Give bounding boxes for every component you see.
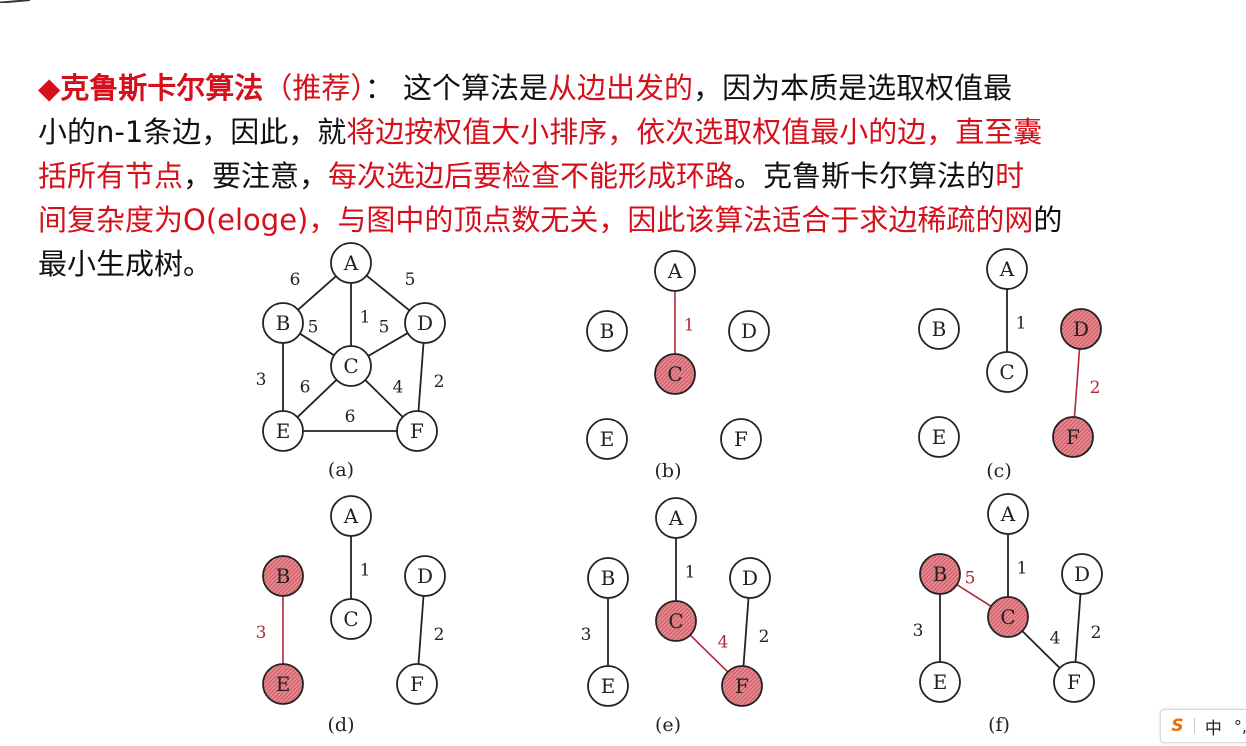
node-label: D bbox=[741, 319, 757, 343]
node-label: A bbox=[667, 259, 683, 283]
ime-mode-toggle[interactable]: 中 bbox=[1205, 714, 1222, 739]
edge-weight-label: 5 bbox=[379, 318, 390, 338]
graph-edge-DF bbox=[417, 595, 425, 665]
diagram-panel: 6 515 53 26 46ABCDE F(a) bbox=[256, 242, 446, 481]
node-label: D bbox=[742, 566, 758, 590]
kruskal-diagrams: 6 515 53 26 46ABCDE F(a)1ABCDE F(b)12ABCDE F(c)… bbox=[256, 242, 1103, 736]
edge-weight-label: 1 bbox=[684, 316, 695, 336]
node-label: F bbox=[410, 419, 424, 443]
node-label: E bbox=[601, 674, 616, 698]
node-label: B bbox=[276, 564, 291, 588]
edge-weight-label: 6 bbox=[290, 270, 301, 290]
node-label: E bbox=[276, 672, 291, 696]
node-label: C bbox=[999, 360, 1014, 384]
edge-weight-label: 3 bbox=[581, 625, 592, 645]
node-label: E bbox=[276, 419, 291, 443]
edge-weight-label: 5 bbox=[405, 270, 416, 290]
diagram-panel: 1 2 A B C D E F (c) bbox=[918, 248, 1102, 482]
edge-weight-label: 2 bbox=[434, 372, 445, 392]
edge-weight-label: 2 bbox=[1090, 378, 1101, 398]
node-label: C bbox=[668, 609, 683, 633]
diagram-panel: 1 2 3 4 5 A B C D E F (f) bbox=[913, 493, 1103, 736]
node-label: D bbox=[417, 311, 433, 335]
node-label: A bbox=[1000, 502, 1016, 526]
node-label: A bbox=[999, 257, 1015, 281]
edge-weight-label: 3 bbox=[913, 621, 924, 641]
edge-weight-label: 1 bbox=[1016, 314, 1027, 334]
edge-weight-label: 1 bbox=[360, 561, 371, 581]
node-label: C bbox=[343, 607, 358, 631]
node-label: B bbox=[276, 311, 291, 335]
node-label: A bbox=[668, 506, 684, 530]
panel-caption: (c) bbox=[986, 460, 1011, 482]
edge-weight-label: 3 bbox=[256, 623, 267, 643]
node-label: B bbox=[933, 562, 948, 586]
edge-weight-label: 2 bbox=[1091, 623, 1102, 643]
edge-weight-label: 1 bbox=[685, 563, 696, 583]
node-label: A bbox=[343, 504, 359, 528]
node-label: C bbox=[343, 354, 358, 378]
diagram-panel: 1 2 3 A B C D E F (d) bbox=[256, 495, 446, 736]
ime-punctuation-toggle[interactable]: °, bbox=[1234, 717, 1246, 736]
node-label: E bbox=[933, 670, 948, 694]
node-label: C bbox=[1000, 605, 1015, 629]
node-label: D bbox=[1074, 562, 1090, 586]
node-label: F bbox=[1066, 425, 1080, 449]
edge-weight-label: 5 bbox=[965, 569, 976, 589]
edge-weight-label: 5 bbox=[308, 318, 319, 338]
panel-caption: (f) bbox=[988, 714, 1010, 736]
edge-weight-label: 1 bbox=[1017, 559, 1028, 579]
node-label: D bbox=[1073, 317, 1089, 341]
node-label: D bbox=[417, 564, 433, 588]
graph-edge-AB bbox=[297, 275, 337, 311]
sogou-logo-icon[interactable]: S bbox=[1170, 717, 1185, 735]
edge-weight-label: 2 bbox=[434, 625, 445, 645]
graph-edge-DF bbox=[1074, 593, 1082, 663]
diagram-panel: 1 A B C D E F (b) bbox=[586, 250, 770, 482]
edge-weight-label: 2 bbox=[759, 627, 770, 647]
edge-weight-label: 1 bbox=[360, 308, 371, 328]
edge-weight-label: 4 bbox=[1050, 629, 1061, 649]
ime-separator bbox=[1194, 718, 1195, 734]
node-label: B bbox=[932, 317, 947, 341]
graph-edge-DF bbox=[417, 342, 425, 412]
node-label: F bbox=[734, 427, 748, 451]
edge-weight-label: 6 bbox=[345, 407, 356, 427]
edge-weight-label: 4 bbox=[393, 378, 404, 398]
panel-caption: (b) bbox=[655, 460, 682, 482]
ime-toolbar[interactable]: S 中 °, bbox=[1160, 709, 1246, 743]
node-label: E bbox=[932, 425, 947, 449]
graph-edge-DF bbox=[1073, 348, 1081, 418]
edge-weight-label: 3 bbox=[256, 370, 267, 390]
diagram-panel: 1 2 3 4 A B C D E F (e) bbox=[581, 497, 771, 736]
panel-caption: (d) bbox=[328, 714, 355, 736]
panel-caption: (e) bbox=[655, 714, 681, 736]
node-label: F bbox=[410, 672, 424, 696]
node-label: A bbox=[343, 251, 359, 275]
panel-caption: (a) bbox=[328, 459, 354, 481]
node-label: F bbox=[1067, 670, 1081, 694]
node-label: C bbox=[667, 362, 682, 386]
node-label: B bbox=[601, 566, 616, 590]
node-label: E bbox=[600, 427, 615, 451]
node-label: B bbox=[600, 319, 615, 343]
edge-weight-label: 4 bbox=[718, 633, 729, 653]
graph-edge-AD bbox=[365, 274, 411, 312]
node-label: F bbox=[735, 674, 749, 698]
graph-edge-DF bbox=[742, 597, 750, 667]
edge-weight-label: 6 bbox=[300, 378, 311, 398]
